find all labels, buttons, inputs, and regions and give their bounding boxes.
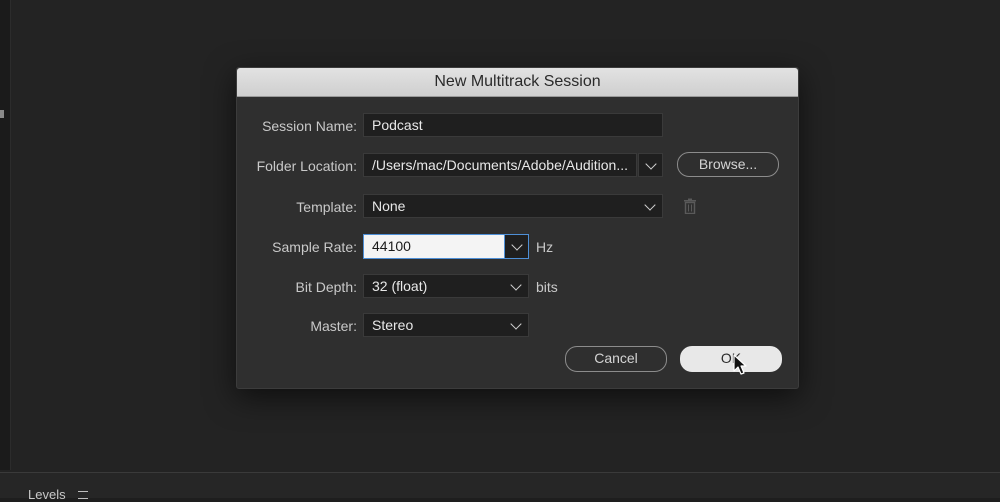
chevron-down-icon (645, 158, 657, 170)
bit-depth-label: Bit Depth: (295, 279, 357, 295)
dialog-title: New Multitrack Session (237, 68, 798, 97)
sample-rate-input[interactable]: 44100 (363, 234, 505, 259)
template-select[interactable]: None (363, 194, 663, 218)
sample-rate-label: Sample Rate: (272, 239, 357, 255)
template-value: None (372, 198, 406, 214)
sample-rate-unit: Hz (536, 239, 554, 255)
trash-icon[interactable] (683, 198, 697, 214)
template-label: Template: (296, 199, 357, 215)
cancel-button[interactable]: Cancel (565, 346, 667, 372)
bit-depth-value: 32 (float) (372, 278, 428, 294)
ok-button[interactable]: OK (680, 346, 782, 372)
left-panel-edge (0, 0, 11, 470)
hamburger-menu-icon[interactable] (78, 491, 88, 499)
chevron-down-icon (511, 239, 523, 251)
folder-location-dropdown-button[interactable] (638, 153, 663, 177)
bit-depth-select[interactable]: 32 (float) (363, 274, 529, 298)
new-multitrack-session-dialog: New Multitrack Session Session Name: Pod… (236, 67, 799, 389)
folder-location-field[interactable]: /Users/mac/Documents/Adobe/Audition... (363, 153, 637, 177)
sample-rate-value: 44100 (372, 238, 411, 254)
chevron-down-icon (510, 279, 522, 291)
panel-resize-handle[interactable] (0, 110, 4, 118)
mouse-pointer-icon (733, 354, 747, 375)
master-select[interactable]: Stereo (363, 313, 529, 337)
browse-button[interactable]: Browse... (677, 152, 779, 177)
session-name-value: Podcast (372, 117, 423, 133)
session-name-label: Session Name: (262, 118, 357, 134)
levels-panel-title[interactable]: Levels (28, 487, 66, 502)
chevron-down-icon (510, 318, 522, 330)
folder-location-value: /Users/mac/Documents/Adobe/Audition... (372, 157, 629, 173)
folder-location-label: Folder Location: (256, 158, 357, 174)
bit-depth-unit: bits (536, 279, 558, 295)
master-value: Stereo (372, 317, 414, 333)
sample-rate-dropdown-button[interactable] (504, 234, 529, 259)
levels-panel: Levels (0, 472, 1000, 502)
master-label: Master: (310, 318, 357, 334)
chevron-down-icon (644, 199, 656, 211)
session-name-input[interactable]: Podcast (363, 113, 663, 137)
